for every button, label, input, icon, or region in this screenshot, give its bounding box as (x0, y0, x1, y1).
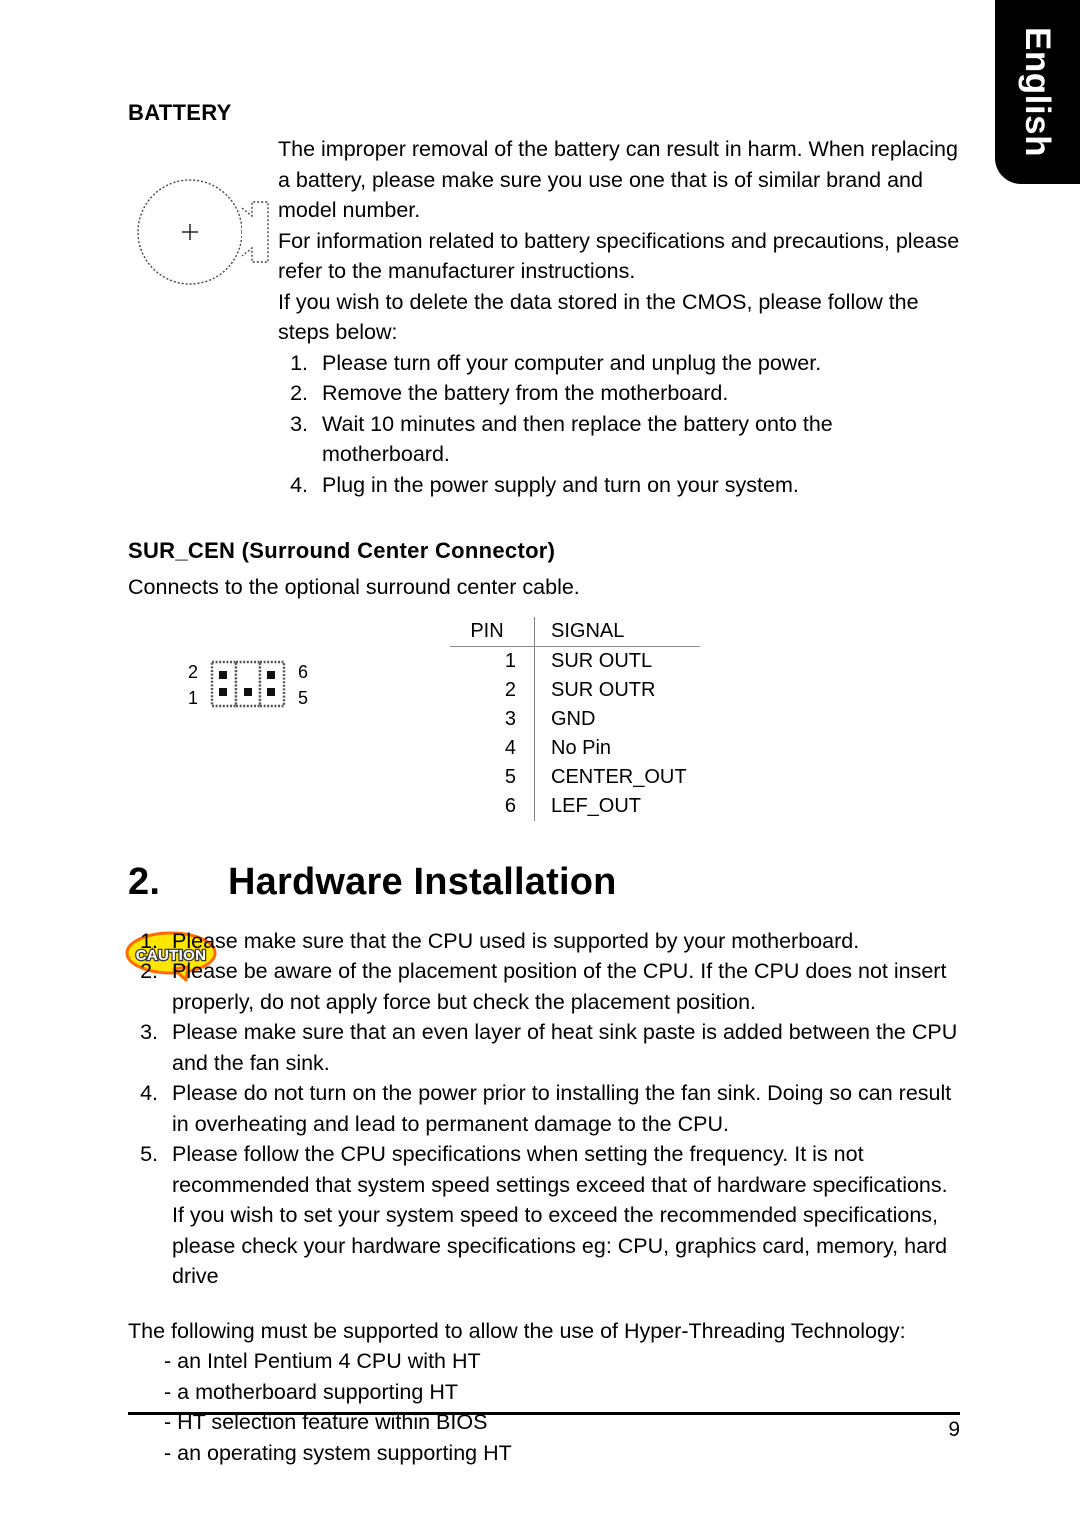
battery-paragraph-1: The improper removal of the battery can … (278, 137, 958, 222)
battery-paragraph-3: If you wish to delete the data stored in… (278, 289, 919, 345)
cell-signal: SUR OUTR (551, 678, 656, 701)
table-row: 4 No Pin (450, 733, 700, 763)
list-item-text: Plug in the power supply and turn on you… (322, 472, 799, 497)
pin-signal-table: PIN SIGNAL 1 SUR OUTL 2 SUR OUTR 3 GND 4… (450, 616, 700, 821)
surcen-description: Connects to the optional surround center… (128, 575, 580, 599)
cell-pin: 4 (450, 733, 535, 763)
list-item-number: 4. (290, 472, 308, 497)
cell-signal: No Pin (551, 736, 612, 759)
list-item: - a motherboard supporting HT (164, 1379, 458, 1404)
list-item-number: 2. (290, 381, 308, 405)
cell-signal: GND (551, 707, 596, 730)
chapter-number: 2. (128, 860, 161, 903)
list-item: 2. Please be aware of the placement posi… (128, 956, 960, 1017)
page-footer: 9 (128, 1412, 960, 1443)
language-tab-english: English (995, 0, 1080, 184)
list-item: 3. Wait 10 minutes and then replace the … (278, 409, 960, 470)
list-item: 3. Please make sure that an even layer o… (128, 1017, 960, 1078)
coin-battery-icon (137, 179, 269, 285)
table-row: 6 LEF_OUT (450, 791, 700, 821)
pin-label-bottom-left: 1 (188, 687, 199, 708)
cell-signal: SUR OUTL (551, 649, 653, 672)
list-item-text: Please be aware of the placement positio… (172, 959, 947, 1014)
list-item-number: 4. (140, 1081, 158, 1105)
list-item-text: Remove the battery from the motherboard. (322, 381, 729, 405)
cell-signal: LEF_OUT (551, 794, 642, 817)
page-number: 9 (948, 1418, 960, 1441)
document-page: English BATTERY The improper removal of … (0, 0, 1080, 1529)
caution-block: CAUTION 1. Please make sure that the CPU… (125, 926, 960, 1292)
coin-battery-illustration (128, 172, 278, 292)
chapter-title: Hardware Installation (228, 860, 617, 903)
cell-pin: 1 (450, 646, 535, 676)
list-item: 5. Please follow the CPU specifications … (128, 1139, 960, 1292)
table-header-row: PIN SIGNAL (450, 616, 700, 647)
list-item: 4. Plug in the power supply and turn on … (278, 470, 960, 501)
pin-label-top-right: 6 (298, 661, 309, 682)
list-item: 1. Please make sure that the CPU used is… (128, 926, 960, 957)
column-header-signal: SIGNAL (534, 616, 700, 647)
pin-label-bottom-right: 5 (298, 687, 309, 708)
cell-pin: 2 (450, 675, 535, 705)
list-item-number: 3. (290, 411, 308, 436)
hyperthreading-requirements: - an Intel Pentium 4 CPU with HT - a mot… (128, 1346, 960, 1468)
battery-heading: BATTERY (128, 100, 232, 125)
cmos-clear-steps: 1. Please turn off your computer and unp… (278, 348, 960, 501)
surcen-heading: SUR_CEN (Surround Center Connector) (128, 538, 556, 563)
column-header-pin: PIN (450, 616, 535, 647)
table-row: 5 CENTER_OUT (450, 762, 700, 792)
list-item-text: Please follow the CPU specifications whe… (172, 1142, 948, 1288)
battery-text: The improper removal of the battery can … (278, 134, 960, 500)
list-item-number: 2. (140, 959, 158, 983)
list-item-text: Please make sure that the CPU used is su… (172, 928, 860, 953)
list-item-number: 5. (140, 1142, 158, 1166)
cell-pin: 3 (450, 704, 535, 734)
hyperthreading-block: The following must be supported to allow… (128, 1316, 960, 1469)
cell-pin: 5 (450, 762, 535, 792)
table-row: 3 GND (450, 704, 700, 734)
list-item-text: Please make sure that an even layer of h… (172, 1020, 958, 1075)
chapter-heading: 2. Hardware Installation (128, 861, 960, 904)
table-row: 2 SUR OUTR (450, 675, 700, 705)
list-item-text: Please do not turn on the power prior to… (172, 1081, 952, 1136)
list-item-number: 3. (140, 1020, 158, 1044)
pin-label-top-left: 2 (188, 661, 199, 682)
cpu-caution-list: 1. Please make sure that the CPU used is… (128, 926, 960, 1292)
surcen-section: SUR_CEN (Surround Center Connector) Conn… (128, 538, 960, 827)
surcen-pin-table: PIN SIGNAL 1 SUR OUTL 2 SUR OUTR 3 GND 4… (450, 616, 760, 821)
list-item: 4. Please do not turn on the power prior… (128, 1078, 960, 1139)
list-item-number: 1. (140, 928, 158, 953)
list-item: - an Intel Pentium 4 CPU with HT (164, 1349, 481, 1373)
surcen-connector-row: 2 1 6 5 PIN SIGNAL 1 SUR OUTL 2 SUR OUTR… (128, 616, 960, 827)
list-item-text: Wait 10 minutes and then replace the bat… (322, 411, 833, 467)
page-content: BATTERY The improper removal of the batt… (125, 100, 960, 1469)
list-item: 2. Remove the battery from the motherboa… (278, 378, 960, 409)
table-row: 1 SUR OUTL (450, 646, 700, 676)
cell-signal: CENTER_OUT (551, 765, 687, 788)
language-tab-label: English (1018, 27, 1058, 157)
pin-header-icon (210, 660, 286, 707)
list-item: 1. Please turn off your computer and unp… (278, 348, 960, 379)
list-item-number: 1. (290, 350, 308, 375)
pin-header-illustration: 2 1 6 5 (188, 660, 318, 718)
battery-block: The improper removal of the battery can … (128, 134, 960, 500)
list-item-text: Please turn off your computer and unplug… (322, 350, 822, 375)
hyperthreading-lead: The following must be supported to allow… (128, 1318, 906, 1343)
battery-paragraph-2: For information related to battery speci… (278, 228, 960, 284)
cell-pin: 6 (450, 791, 535, 821)
